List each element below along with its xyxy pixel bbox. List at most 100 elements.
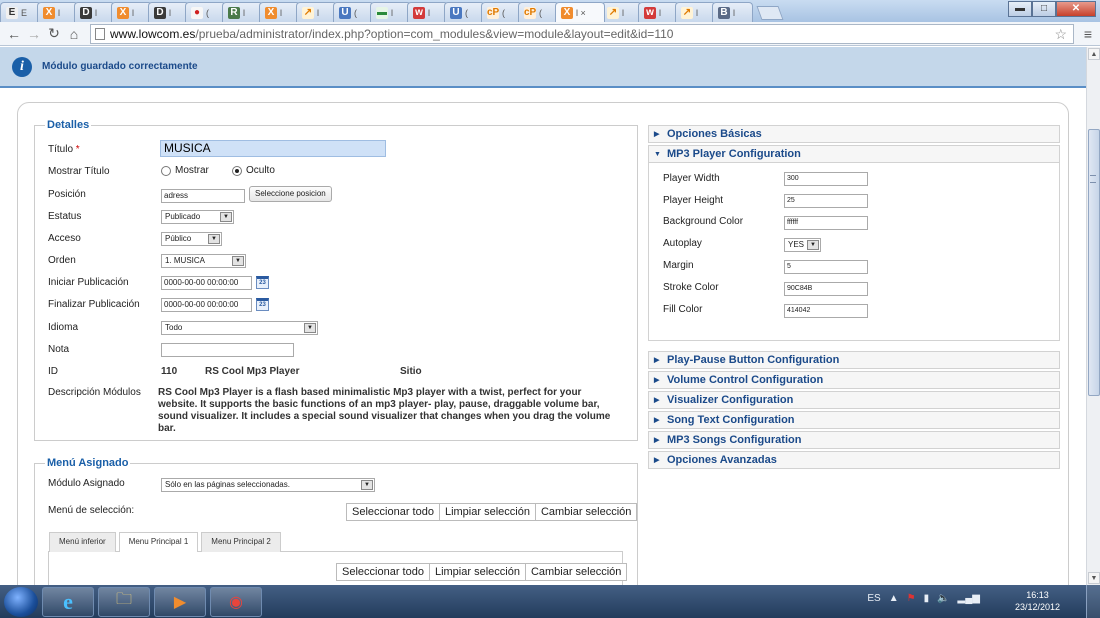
select-position-button[interactable]: Seleccione posicion <box>249 186 332 202</box>
select-all-button[interactable]: Seleccionar todo <box>337 564 430 580</box>
menu-icon[interactable]: ≡ <box>1078 26 1098 42</box>
browser-tab[interactable]: Bl <box>712 2 753 22</box>
browser-tab[interactable]: Xl <box>111 2 152 22</box>
browser-tab[interactable]: EE <box>0 2 41 22</box>
stroke-color-input[interactable]: 90C84B <box>784 282 868 296</box>
player-height-input[interactable]: 25 <box>784 194 868 208</box>
accordion-section[interactable]: ▶ Visualizer Configuration <box>648 391 1060 409</box>
toggle-selection-button[interactable]: Cambiar selección <box>535 504 637 520</box>
tab-label: ( <box>465 7 468 18</box>
action-center-icon[interactable]: ⚑ <box>907 593 916 604</box>
browser-tab[interactable]: Xl <box>37 2 78 22</box>
status-select[interactable]: Publicado ▼ <box>161 210 234 224</box>
tab-label: E <box>21 7 28 18</box>
position-input[interactable]: adress <box>161 189 245 203</box>
browser-tab[interactable]: U( <box>444 2 485 22</box>
volume-icon[interactable]: 🔈 <box>937 593 949 604</box>
back-button[interactable]: ← <box>4 26 24 42</box>
chevron-right-icon: ▶ <box>654 457 660 464</box>
browser-tab[interactable]: Rl <box>222 2 263 22</box>
clear-selection-button[interactable]: Limpiar selección <box>429 564 526 580</box>
chevron-down-icon: ▼ <box>304 323 316 333</box>
tab-favicon-icon: ▬ <box>376 6 388 19</box>
player-width-input[interactable]: 300 <box>784 172 868 186</box>
title-input[interactable]: MUSICA <box>160 140 386 157</box>
start-publishing-input[interactable]: 0000-00-00 00:00:00 <box>161 276 252 290</box>
window-controls: ▬ □ ✕ <box>1008 1 1096 17</box>
accordion-section[interactable]: ▶ Opciones Avanzadas <box>648 451 1060 469</box>
minimize-button[interactable]: ▬ <box>1008 1 1032 17</box>
accordion-section[interactable]: ▶ MP3 Songs Configuration <box>648 431 1060 449</box>
hide-title-radio[interactable]: Oculto <box>232 165 275 176</box>
language-select[interactable]: Todo ▼ <box>161 321 318 335</box>
browser-tab[interactable]: U( <box>333 2 374 22</box>
accordion-basic-options[interactable]: ▶ Opciones Básicas <box>648 125 1060 143</box>
taskbar-ie-icon[interactable]: e <box>42 586 94 617</box>
tab-menu-inferior[interactable]: Menú inferior <box>49 532 116 552</box>
access-select[interactable]: Público ▼ <box>161 232 222 246</box>
fill-color-input[interactable]: 414042 <box>784 304 868 318</box>
tab-menu-principal-1[interactable]: Menu Principal 1 <box>118 532 199 552</box>
tray-expand-icon[interactable]: ▲ <box>889 593 899 604</box>
menu-selection-label: Menú de selección: <box>48 505 135 516</box>
scroll-up-icon[interactable]: ▲ <box>1088 48 1100 60</box>
taskbar-explorer-icon[interactable]: 🗀 <box>98 586 150 617</box>
calendar-icon[interactable]: 23 <box>256 276 269 289</box>
start-button[interactable] <box>4 586 38 617</box>
browser-tab[interactable]: cP( <box>518 2 559 22</box>
position-label: Posición <box>48 189 86 200</box>
margin-input[interactable]: 5 <box>784 260 868 274</box>
order-select[interactable]: 1. MUSICA ▼ <box>161 254 246 268</box>
browser-tab[interactable]: cP( <box>481 2 522 22</box>
module-assignment-select[interactable]: Sólo en las páginas seleccionadas. ▼ <box>161 478 375 492</box>
note-input[interactable] <box>161 343 294 357</box>
browser-tab[interactable]: ●( <box>185 2 226 22</box>
toggle-selection-button[interactable]: Cambiar selección <box>525 564 627 580</box>
scroll-down-icon[interactable]: ▼ <box>1088 572 1100 584</box>
browser-tab[interactable]: ↗ l <box>601 2 642 22</box>
accordion-section[interactable]: ▶ Volume Control Configuration <box>648 371 1060 389</box>
tab-label: l <box>428 7 430 18</box>
forward-button[interactable]: → <box>24 26 44 42</box>
select-all-button[interactable]: Seleccionar todo <box>347 504 440 520</box>
taskbar-media-player-icon[interactable]: ▶ <box>154 586 206 617</box>
new-tab-button[interactable] <box>756 6 784 20</box>
show-desktop-button[interactable] <box>1086 585 1100 618</box>
background-color-input[interactable]: ffffff <box>784 216 868 230</box>
browser-tab[interactable]: ▬ l <box>370 2 411 22</box>
browser-tab[interactable]: Xl × <box>555 2 605 22</box>
page-scrollbar[interactable]: ▲ ▼ <box>1086 47 1100 585</box>
close-window-button[interactable]: ✕ <box>1056 1 1096 17</box>
bookmark-star-icon[interactable]: ☆ <box>1054 26 1067 43</box>
accordion-mp3-config[interactable]: ▼ MP3 Player Configuration <box>648 145 1060 163</box>
reload-button[interactable]: ↻ <box>44 25 64 42</box>
tab-menu-principal-2[interactable]: Menu Principal 2 <box>201 532 281 552</box>
battery-icon[interactable]: ▮ <box>924 593 930 604</box>
accordion-section[interactable]: ▶ Song Text Configuration <box>648 411 1060 429</box>
clock[interactable]: 16:13 23/12/2012 <box>1015 589 1060 613</box>
browser-tab[interactable]: wl <box>407 2 448 22</box>
browser-tab[interactable]: wl <box>638 2 679 22</box>
accordion-section-label: Visualizer Configuration <box>667 394 794 406</box>
show-title-radio[interactable]: Mostrar <box>161 165 209 176</box>
tab-label: l <box>243 7 245 18</box>
menu-selection-actions: Seleccionar todo Limpiar selección Cambi… <box>346 503 638 521</box>
scrollbar-thumb[interactable] <box>1088 129 1100 396</box>
browser-tab[interactable]: Dl <box>74 2 115 22</box>
browser-tab[interactable]: ↗ l <box>296 2 337 22</box>
network-signal-icon[interactable]: ▂▄▆ <box>958 593 980 604</box>
accordion-section[interactable]: ▶ Play-Pause Button Configuration <box>648 351 1060 369</box>
finish-publishing-input[interactable]: 0000-00-00 00:00:00 <box>161 298 252 312</box>
language-indicator[interactable]: ES <box>867 593 880 604</box>
browser-tab[interactable]: Xl <box>259 2 300 22</box>
browser-tab[interactable]: ↗ l <box>675 2 716 22</box>
address-bar[interactable]: www.lowcom.es /prueba/administrator/inde… <box>90 24 1074 44</box>
tab-label: l <box>280 7 282 18</box>
clear-selection-button[interactable]: Limpiar selección <box>439 504 536 520</box>
calendar-icon[interactable]: 23 <box>256 298 269 311</box>
maximize-button[interactable]: □ <box>1032 1 1056 17</box>
browser-tab[interactable]: Dl <box>148 2 189 22</box>
taskbar-chrome-icon[interactable]: ◉ <box>210 586 262 617</box>
home-button[interactable]: ⌂ <box>64 26 84 42</box>
autoplay-select[interactable]: YES ▼ <box>784 238 821 252</box>
